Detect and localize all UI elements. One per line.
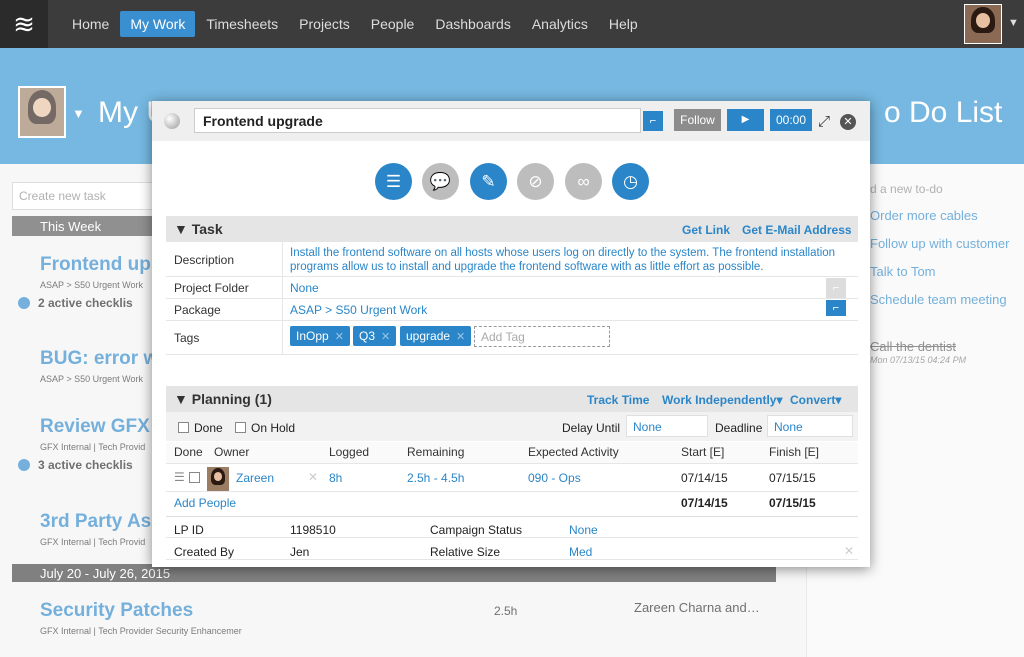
convert-dropdown[interactable]: Convert▾ bbox=[790, 393, 841, 407]
planning-section-header[interactable]: ▼ Planning (1) Track Time Work Independe… bbox=[166, 386, 858, 412]
deadline-label: Deadline bbox=[715, 421, 763, 435]
done-checkbox[interactable] bbox=[189, 471, 205, 485]
done-checkbox[interactable]: Done bbox=[178, 421, 223, 435]
project-folder-value[interactable]: None bbox=[290, 281, 319, 295]
move-icon[interactable]: ⌐ bbox=[826, 278, 846, 298]
attachment-icon[interactable]: ⊘ bbox=[517, 163, 554, 200]
nav-help[interactable]: Help bbox=[599, 11, 648, 37]
delay-until-label: Delay Until bbox=[562, 421, 621, 435]
track-time-button[interactable]: Track Time bbox=[587, 393, 649, 407]
edit-icon[interactable]: ✎ bbox=[470, 163, 507, 200]
add-people-link[interactable]: Add People bbox=[174, 496, 236, 510]
close-icon[interactable]: ✕ bbox=[840, 114, 856, 130]
package-row: Package ASAP > S50 Urgent Work ⌐ bbox=[166, 299, 858, 321]
on-hold-checkbox[interactable]: On Hold bbox=[235, 421, 295, 435]
lp-id-value: 1198510 bbox=[290, 523, 336, 537]
activity-value[interactable]: 090 - Ops bbox=[528, 471, 581, 485]
delay-until-input[interactable]: None bbox=[626, 415, 708, 437]
logged-value[interactable]: 8h bbox=[329, 471, 342, 485]
finish-value: 07/15/15 bbox=[769, 471, 816, 485]
follow-button[interactable]: Follow bbox=[674, 109, 721, 131]
top-navbar: ≋ Home My Work Timesheets Projects Peopl… bbox=[0, 0, 1024, 48]
expand-icon[interactable]: ⤢ bbox=[818, 113, 830, 130]
grid-header-row bbox=[166, 442, 858, 464]
total-finish: 07/15/15 bbox=[769, 496, 816, 510]
nav-projects[interactable]: Projects bbox=[289, 11, 360, 37]
move-icon[interactable]: ⌐ bbox=[826, 300, 846, 316]
status-icon[interactable] bbox=[164, 113, 180, 129]
timer-button[interactable]: 00:00 bbox=[770, 109, 812, 131]
clock-icon[interactable]: ◷ bbox=[612, 163, 649, 200]
link-icon[interactable]: ∞ bbox=[565, 163, 602, 200]
app-menu-icon[interactable]: ≋ bbox=[0, 0, 48, 48]
work-independently-dropdown[interactable]: Work Independently▾ bbox=[662, 393, 782, 407]
tag[interactable]: upgrade ✕ bbox=[400, 326, 472, 346]
nav-timesheets[interactable]: Timesheets bbox=[196, 11, 288, 37]
relative-size-value[interactable]: Med bbox=[569, 545, 592, 559]
custom-field-row bbox=[166, 538, 858, 560]
column-header: Expected Activity bbox=[528, 445, 619, 459]
task-title-input[interactable]: Frontend upgrade bbox=[194, 108, 641, 133]
campaign-status-label: Campaign Status bbox=[430, 523, 523, 537]
campaign-status-value[interactable]: None bbox=[569, 523, 598, 537]
project-folder-row: Project Folder None ⌐ bbox=[166, 277, 858, 299]
add-tag-input[interactable]: Add Tag bbox=[474, 326, 610, 347]
tag[interactable]: InOpp ✕ bbox=[290, 326, 350, 346]
relative-size-label: Relative Size bbox=[430, 545, 501, 559]
lp-id-label: LP ID bbox=[174, 523, 204, 537]
nav-analytics[interactable]: Analytics bbox=[522, 11, 598, 37]
close-icon: ✕ bbox=[456, 331, 466, 343]
start-value: 07/14/15 bbox=[681, 471, 728, 485]
user-avatar[interactable] bbox=[964, 4, 1002, 44]
column-header: Logged bbox=[329, 445, 370, 459]
nav-my-work[interactable]: My Work bbox=[120, 11, 196, 37]
package-value[interactable]: ASAP > S50 Urgent Work bbox=[290, 303, 427, 317]
move-icon[interactable]: ⌐ bbox=[643, 111, 663, 131]
deadline-input[interactable]: None bbox=[767, 415, 853, 437]
column-header: Finish [E] bbox=[769, 445, 820, 459]
close-icon[interactable]: ✕ bbox=[308, 470, 318, 484]
main-nav: Home My Work Timesheets Projects People … bbox=[62, 11, 649, 37]
nav-home[interactable]: Home bbox=[62, 11, 119, 37]
column-header: Start [E] bbox=[681, 445, 725, 459]
tag[interactable]: Q3 ✕ bbox=[353, 326, 397, 346]
play-button[interactable]: ▶ bbox=[727, 109, 764, 131]
remaining-value[interactable]: 2.5h - 4.5h bbox=[407, 471, 464, 485]
get-link-button[interactable]: Get Link bbox=[682, 223, 730, 237]
nav-dashboards[interactable]: Dashboards bbox=[425, 11, 521, 37]
column-header: Remaining bbox=[407, 445, 465, 459]
modal-header: Frontend upgrade ⌐ Follow ▶ 00:00 ⤢ ✕ bbox=[152, 101, 870, 141]
chevron-down-icon[interactable]: ▼ bbox=[1008, 17, 1019, 29]
created-by-label: Created By bbox=[174, 545, 235, 559]
nav-people[interactable]: People bbox=[361, 11, 425, 37]
list-icon[interactable]: ☰ bbox=[375, 163, 412, 200]
task-modal: Frontend upgrade ⌐ Follow ▶ 00:00 ⤢ ✕ ☰ … bbox=[152, 101, 870, 567]
description-text[interactable]: Install the frontend software on all hos… bbox=[290, 246, 838, 274]
close-icon: ✕ bbox=[381, 331, 391, 343]
description-row: Description Install the frontend softwar… bbox=[166, 242, 858, 277]
drag-handle-icon[interactable]: ☰ bbox=[174, 470, 185, 484]
created-by-value: Jen bbox=[290, 545, 310, 559]
avatar bbox=[207, 467, 229, 491]
get-email-button[interactable]: Get E-Mail Address bbox=[742, 223, 852, 237]
close-icon[interactable]: ✕ bbox=[844, 544, 854, 558]
column-header: Owner bbox=[214, 445, 250, 459]
total-start: 07/14/15 bbox=[681, 496, 728, 510]
task-section-header[interactable]: ▼ Task Get Link Get E-Mail Address bbox=[166, 216, 858, 242]
column-header: Done bbox=[174, 445, 203, 459]
comments-icon[interactable]: 💬 bbox=[422, 163, 459, 200]
close-icon: ✕ bbox=[334, 331, 344, 343]
owner-link[interactable]: Zareen bbox=[236, 471, 274, 485]
